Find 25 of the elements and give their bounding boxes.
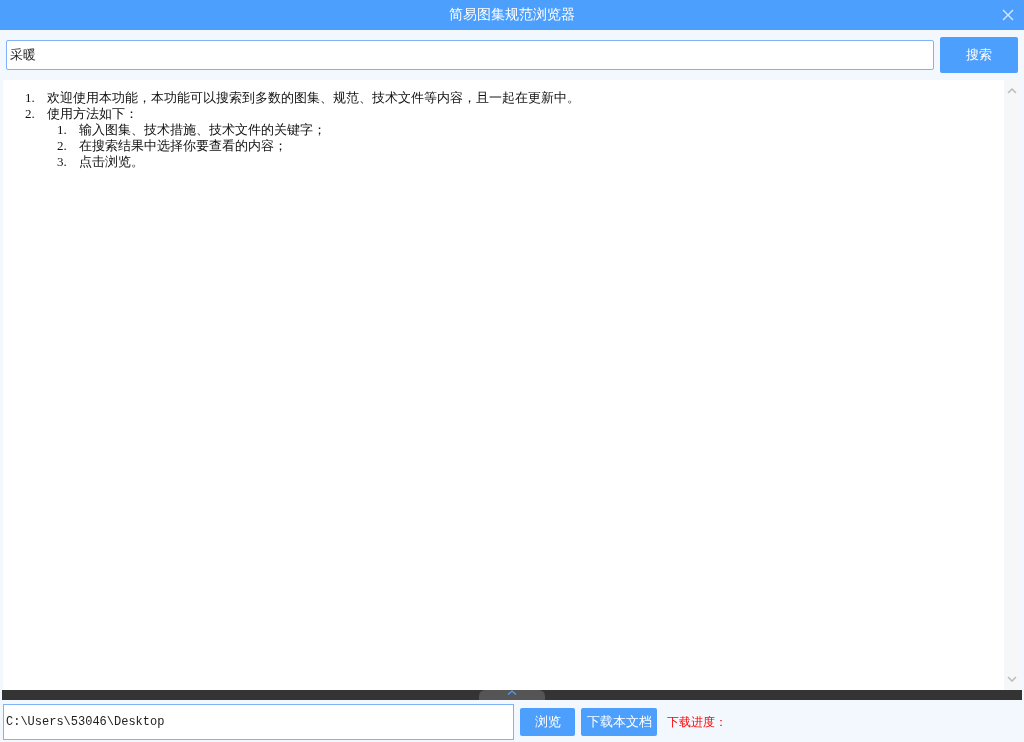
scroll-down-icon[interactable] — [1007, 676, 1017, 682]
window-title: 简易图集规范浏览器 — [449, 6, 575, 24]
list-number: 3. — [57, 154, 68, 170]
splitter-handle[interactable] — [479, 690, 545, 700]
instruction-text: 点击浏览。 — [79, 154, 144, 170]
instruction-text: 欢迎使用本功能，本功能可以搜索到多数的图集、规范、技术文件等内容，且一起在更新中。 — [47, 90, 580, 106]
close-icon — [1000, 7, 1016, 23]
instruction-text: 在搜索结果中选择你要查看的内容； — [79, 138, 287, 154]
caret-up-icon — [507, 690, 517, 695]
progress-label: 下载进度： — [667, 713, 727, 731]
download-button[interactable]: 下载本文档 — [581, 708, 657, 736]
list-number: 2. — [25, 106, 36, 122]
path-field[interactable]: C:\Users\53046\Desktop — [3, 704, 514, 740]
search-button[interactable]: 搜索 — [940, 37, 1018, 73]
instruction-text: 输入图集、技术措施、技术文件的关键字； — [79, 122, 326, 138]
search-field[interactable]: 采暖 — [6, 40, 934, 70]
list-number: 1. — [57, 122, 68, 138]
browse-button[interactable]: 浏览 — [520, 708, 575, 736]
list-number: 2. — [57, 138, 68, 154]
close-button[interactable] — [1000, 7, 1016, 23]
splitter-bar[interactable] — [2, 690, 1022, 700]
scrollbar[interactable] — [1004, 80, 1020, 690]
list-number: 1. — [25, 90, 36, 106]
instruction-text: 使用方法如下： — [47, 106, 138, 122]
scroll-up-icon[interactable] — [1007, 88, 1017, 94]
